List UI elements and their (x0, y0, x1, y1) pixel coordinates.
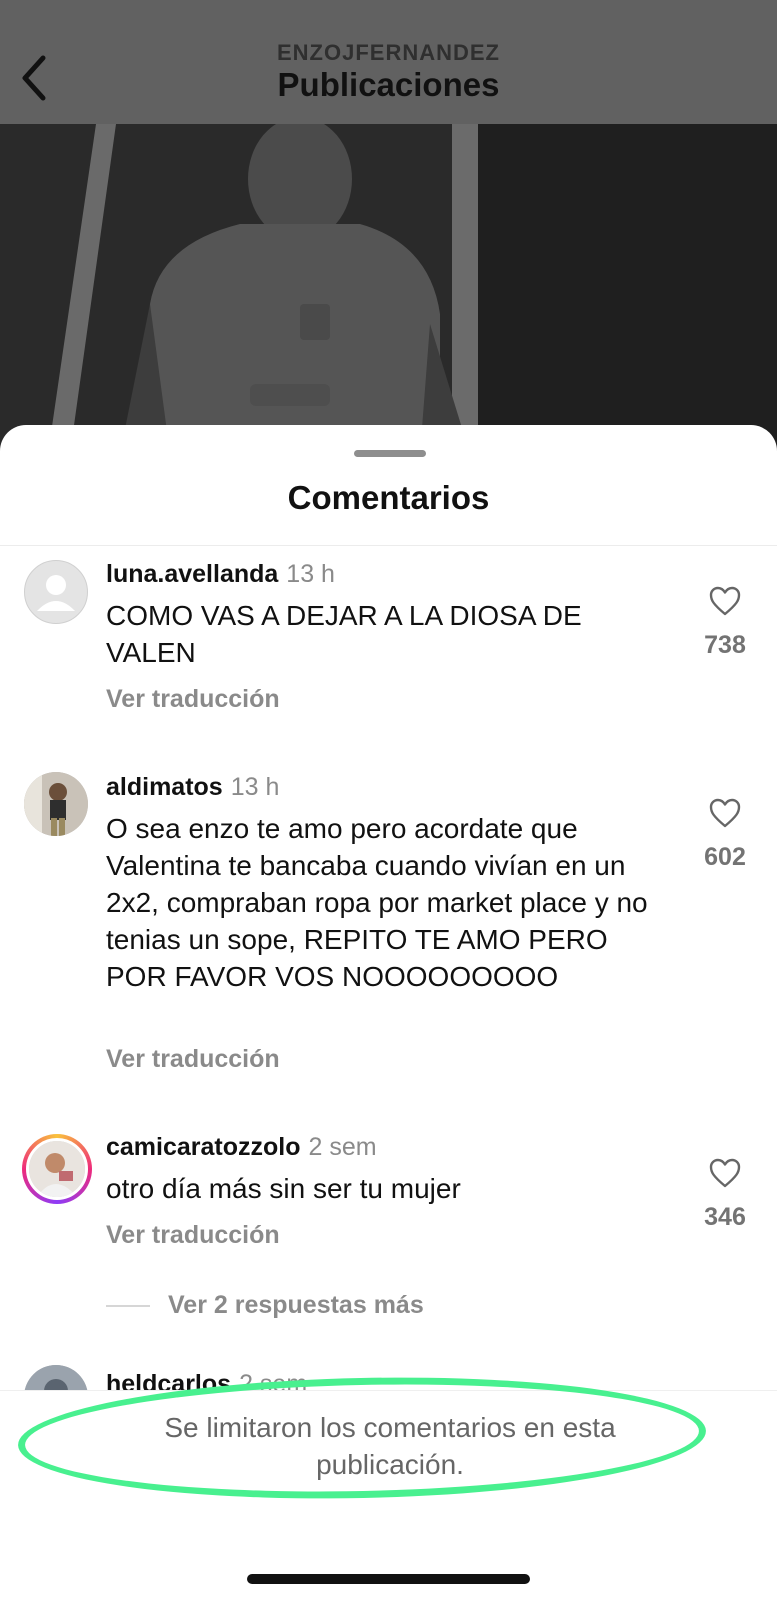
comment-text: O sea enzo te amo pero acordate que Vale… (106, 813, 648, 992)
default-avatar-icon (37, 575, 75, 611)
comments-title: Comentarios (287, 479, 490, 516)
translate-link[interactable]: Ver traducción (106, 1221, 280, 1250)
comment-username[interactable]: luna.avellanda (106, 560, 278, 588)
view-replies-button[interactable]: Ver 2 respuestas más (106, 1291, 424, 1320)
header-username[interactable]: ENZOJFERNANDEZ (0, 40, 777, 66)
like-count: 602 (704, 843, 746, 871)
like-button[interactable]: 738 (690, 586, 760, 660)
like-button[interactable]: 346 (690, 1158, 760, 1232)
like-count: 346 (704, 1203, 746, 1231)
replies-line (106, 1304, 150, 1307)
profile-photo (29, 1141, 85, 1197)
home-indicator (247, 1574, 530, 1584)
comment-time: 13 h (286, 560, 335, 588)
comment-time: 2 sem (308, 1133, 377, 1161)
heart-icon (709, 1158, 741, 1188)
page-title: Publicaciones (277, 66, 500, 103)
comment-text: COMO VAS A DEJAR A LA DIOSA DE VALEN (106, 600, 582, 668)
like-button[interactable]: 602 (690, 798, 760, 872)
comment-header: luna.avellanda 13 h (106, 559, 335, 589)
header-titles: ENZOJFERNANDEZ Publicaciones (0, 40, 777, 104)
avatar-photo (26, 1138, 88, 1200)
top-bar: ENZOJFERNANDEZ Publicaciones (0, 0, 777, 124)
comment-username[interactable]: aldimatos (106, 773, 223, 801)
avatar[interactable] (24, 772, 88, 836)
heart-icon (709, 586, 741, 616)
story-avatar[interactable] (22, 1134, 92, 1204)
comment-header: camicaratozzolo 2 sem (106, 1132, 377, 1162)
post-photo (0, 124, 777, 454)
like-count: 738 (704, 631, 746, 659)
comment-username[interactable]: camicaratozzolo (106, 1133, 301, 1161)
divider (0, 545, 777, 546)
translate-link[interactable]: Ver traducción (106, 685, 280, 714)
translate-link[interactable]: Ver traducción (106, 1045, 280, 1074)
comment-header: aldimatos 13 h (106, 772, 279, 802)
sheet-grabber[interactable] (354, 450, 426, 457)
heart-icon (709, 798, 741, 828)
avatar[interactable] (24, 560, 88, 624)
comment-time: 13 h (230, 773, 280, 801)
profile-photo (24, 772, 88, 836)
comment-text: otro día más sin ser tu mujer (106, 1173, 461, 1204)
view-replies-label: Ver 2 respuestas más (168, 1291, 424, 1319)
post-image (0, 124, 777, 454)
